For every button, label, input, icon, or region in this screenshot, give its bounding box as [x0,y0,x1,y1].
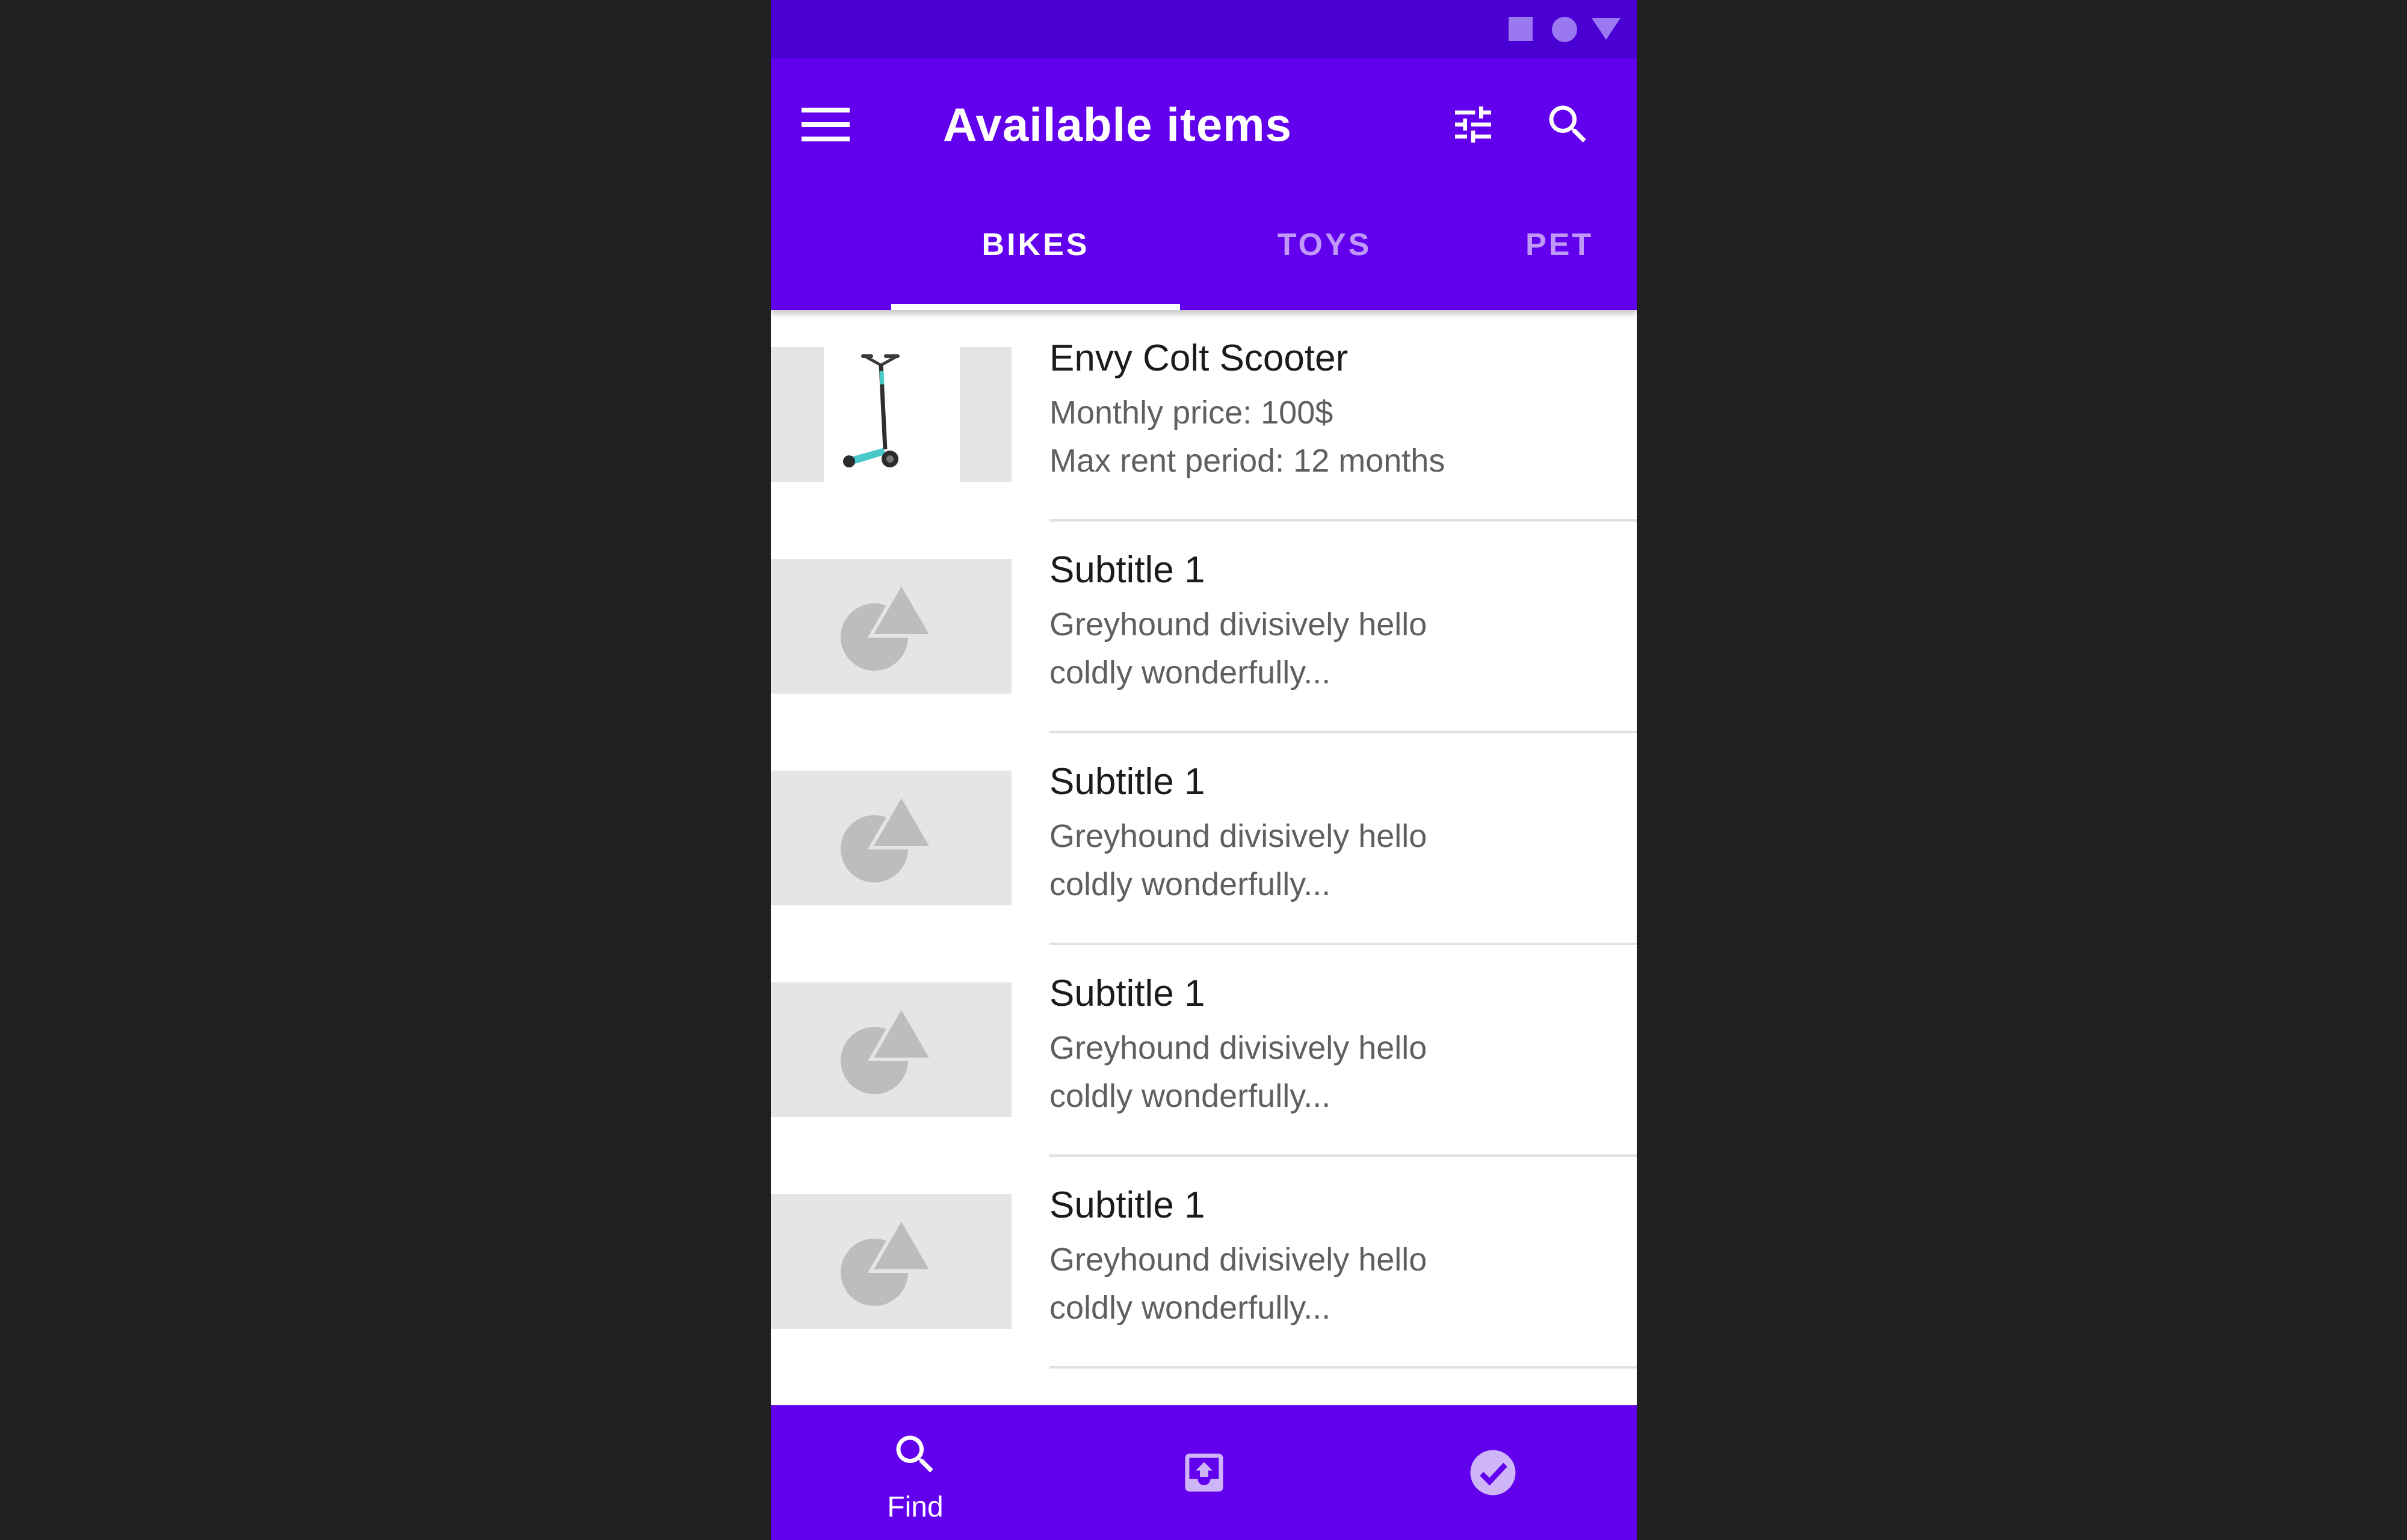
item-description: Greyhound divisively hello [1049,1242,1427,1278]
divider [1049,1366,1637,1369]
menu-icon [802,108,850,141]
scooter-image [771,347,1012,482]
list-item[interactable]: Subtitle 1 Greyhound divisively hello co… [771,945,1637,1157]
item-description: coldly wonderfully... [1049,1290,1331,1326]
square-icon [1509,17,1533,41]
filter-button[interactable] [1446,97,1500,152]
item-title: Subtitle 1 [1049,1184,1205,1226]
search-icon [1549,105,1586,143]
placeholder-image [771,559,1012,694]
phone-screen: Available items BIKES TOYS PET Envy Colt… [771,0,1637,1540]
tab-pets[interactable]: PET [1469,215,1637,275]
status-bar [771,0,1637,58]
placeholder-image [771,771,1012,905]
nav-done[interactable] [1349,1405,1637,1540]
inbox-upload-icon [1185,1453,1223,1492]
item-title: Subtitle 1 [1049,973,1205,1014]
item-description: coldly wonderfully... [1049,866,1331,902]
check-circle-icon [1470,1450,1516,1495]
item-title: Subtitle 1 [1049,761,1205,802]
item-description: coldly wonderfully... [1049,1078,1331,1114]
item-description: Greyhound divisively hello [1049,1030,1427,1066]
item-title: Subtitle 1 [1049,549,1205,591]
menu-button[interactable] [799,97,853,152]
triangle-icon [1592,18,1621,40]
item-description: Greyhound divisively hello [1049,606,1427,642]
item-description: Greyhound divisively hello [1049,818,1427,854]
circle-icon [1552,17,1577,42]
page-title: Available items [943,98,1293,151]
bottom-navigation: Find [771,1405,1637,1540]
tab-toys[interactable]: TOYS [1180,215,1469,275]
list-item[interactable]: Envy Colt Scooter Monthly price: 100$ Ma… [771,310,1637,522]
tab-indicator [891,304,1180,310]
nav-inbox[interactable] [1060,1405,1349,1540]
list-item[interactable]: Subtitle 1 Greyhound divisively hello co… [771,1157,1637,1369]
nav-find[interactable]: Find [771,1405,1060,1540]
list-item[interactable]: Subtitle 1 Greyhound divisively hello co… [771,733,1637,945]
placeholder-image [771,982,1012,1117]
top-app-bar: Available items BIKES TOYS PET [771,58,1637,310]
list-item[interactable]: Subtitle 1 Greyhound divisively hello co… [771,522,1637,733]
tab-bikes[interactable]: BIKES [891,215,1180,275]
item-rent-period: Max rent period: 12 months [1049,443,1445,479]
search-button[interactable] [1541,97,1595,152]
placeholder-image [771,1194,1012,1329]
nav-find-label: Find [887,1491,944,1523]
item-price: Monthly price: 100$ [1049,395,1333,431]
search-icon [896,1435,933,1473]
tune-icon [1455,106,1491,143]
item-title: Envy Colt Scooter [1049,337,1349,379]
item-description: coldly wonderfully... [1049,654,1331,691]
